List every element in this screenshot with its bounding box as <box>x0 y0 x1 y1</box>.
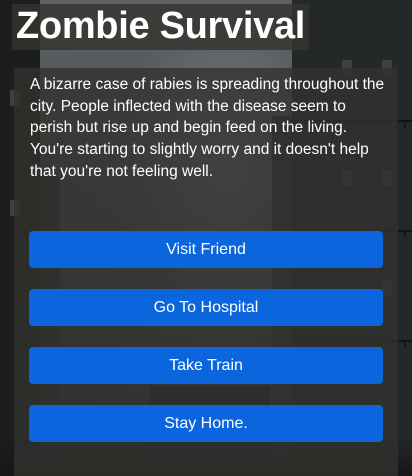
story-text: A bizarre case of rabies is spreading th… <box>30 76 385 180</box>
choice-button-visit-friend[interactable]: Visit Friend <box>29 231 383 268</box>
game-title: Zombie Survival <box>12 4 310 50</box>
choice-button-take-train[interactable]: Take Train <box>29 347 383 384</box>
story-panel: A bizarre case of rabies is spreading th… <box>14 68 398 476</box>
choice-button-go-to-hospital[interactable]: Go To Hospital <box>29 289 383 326</box>
choice-button-stay-home[interactable]: Stay Home. <box>29 405 383 442</box>
